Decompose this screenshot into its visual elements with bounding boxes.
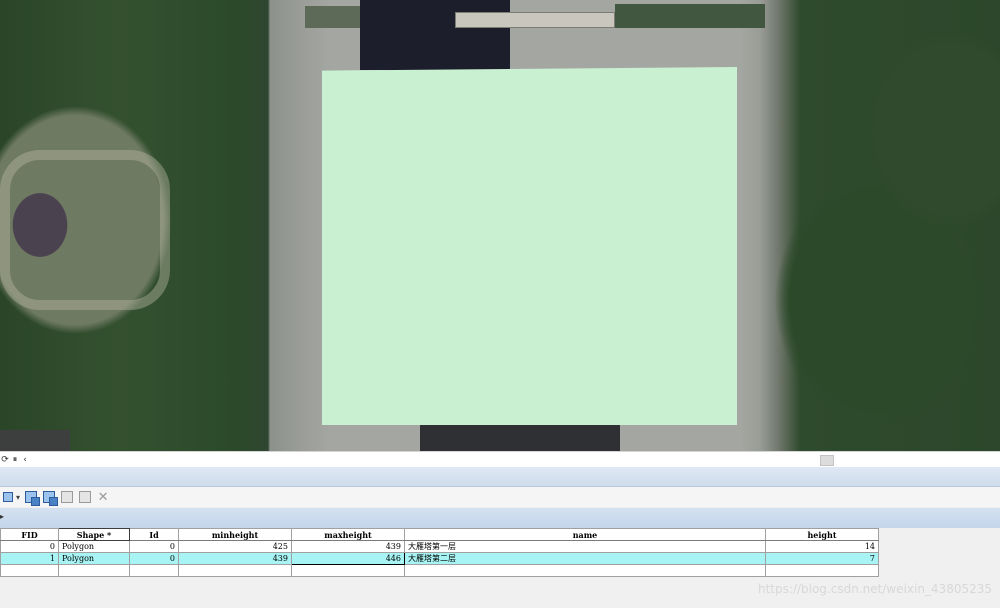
tab-indicator-icon: ▸ bbox=[0, 512, 5, 521]
map-imagery-building bbox=[305, 6, 360, 28]
cell-empty[interactable] bbox=[765, 564, 879, 577]
cell-name[interactable]: 大雁塔第二层 bbox=[404, 552, 766, 565]
column-header-height[interactable]: height bbox=[765, 528, 879, 541]
map-view[interactable] bbox=[0, 0, 1000, 451]
pause-icon[interactable]: ⏸ bbox=[10, 453, 20, 467]
map-imagery-shadow bbox=[360, 0, 510, 70]
delete-selected-icon[interactable]: ✕ bbox=[96, 490, 110, 505]
map-imagery-roof bbox=[615, 4, 765, 28]
chevron-down-icon[interactable]: ▾ bbox=[16, 493, 20, 502]
scroll-left-icon[interactable]: ‹ bbox=[20, 453, 30, 467]
cell-fid[interactable]: 0 bbox=[0, 540, 59, 553]
cell-empty[interactable] bbox=[404, 564, 766, 577]
column-header-id[interactable]: Id bbox=[129, 528, 179, 541]
cell-empty[interactable] bbox=[0, 564, 59, 577]
cell-empty[interactable] bbox=[291, 564, 405, 577]
map-imagery-garden-path bbox=[0, 150, 170, 310]
table-tab-strip: ▸ bbox=[0, 508, 1000, 528]
map-horizontal-scrollbar[interactable]: ⟳ ⏸ ‹ bbox=[0, 451, 1000, 467]
cell-height[interactable]: 7 bbox=[765, 552, 879, 565]
table-window-titlebar bbox=[0, 467, 1000, 487]
scroll-thumb[interactable] bbox=[820, 455, 834, 466]
refresh-icon[interactable]: ⟳ bbox=[0, 453, 10, 467]
column-header-shape[interactable]: Shape * bbox=[58, 528, 130, 541]
cell-height[interactable]: 14 bbox=[765, 540, 879, 553]
map-imagery-shadow-bottom bbox=[420, 424, 620, 451]
attribute-table[interactable]: FID Shape * Id minheight maxheight name … bbox=[0, 528, 879, 577]
column-header-name[interactable]: name bbox=[404, 528, 766, 541]
cell-maxheight-active[interactable]: 446 bbox=[291, 552, 405, 565]
watermark-text: https://blog.csdn.net/weixin_43805235 bbox=[757, 582, 992, 596]
cell-name[interactable]: 大雁塔第一层 bbox=[404, 540, 766, 553]
table-header-row: FID Shape * Id minheight maxheight name … bbox=[0, 528, 879, 541]
column-header-fid[interactable]: FID bbox=[0, 528, 59, 541]
polygon-feature[interactable] bbox=[322, 67, 737, 425]
table-toolbar: ▾ ✕ bbox=[0, 487, 1000, 507]
table-row-new[interactable] bbox=[0, 564, 879, 577]
table-row[interactable]: 0 Polygon 0 425 439 大雁塔第一层 14 bbox=[0, 540, 879, 553]
map-imagery-roof-left bbox=[0, 430, 70, 451]
column-header-minheight[interactable]: minheight bbox=[178, 528, 292, 541]
table-options-icon[interactable] bbox=[1, 490, 15, 504]
column-header-maxheight[interactable]: maxheight bbox=[291, 528, 405, 541]
zoom-to-selected-icon[interactable] bbox=[78, 490, 92, 504]
clear-selection-icon[interactable] bbox=[60, 490, 74, 504]
cell-shape[interactable]: Polygon bbox=[58, 552, 130, 565]
cell-id[interactable]: 0 bbox=[129, 552, 179, 565]
cell-minheight[interactable]: 425 bbox=[178, 540, 292, 553]
cell-empty[interactable] bbox=[58, 564, 130, 577]
cell-empty[interactable] bbox=[178, 564, 292, 577]
cell-id[interactable]: 0 bbox=[129, 540, 179, 553]
cell-empty[interactable] bbox=[129, 564, 179, 577]
cell-fid[interactable]: 1 bbox=[0, 552, 59, 565]
select-by-attributes-icon[interactable] bbox=[24, 490, 41, 506]
cell-maxheight[interactable]: 439 bbox=[291, 540, 405, 553]
switch-selection-icon[interactable] bbox=[42, 490, 59, 506]
table-row-selected[interactable]: 1 Polygon 0 439 446 大雁塔第二层 7 bbox=[0, 552, 879, 565]
map-imagery-wall bbox=[455, 12, 615, 28]
cell-minheight[interactable]: 439 bbox=[178, 552, 292, 565]
cell-shape[interactable]: Polygon bbox=[58, 540, 130, 553]
